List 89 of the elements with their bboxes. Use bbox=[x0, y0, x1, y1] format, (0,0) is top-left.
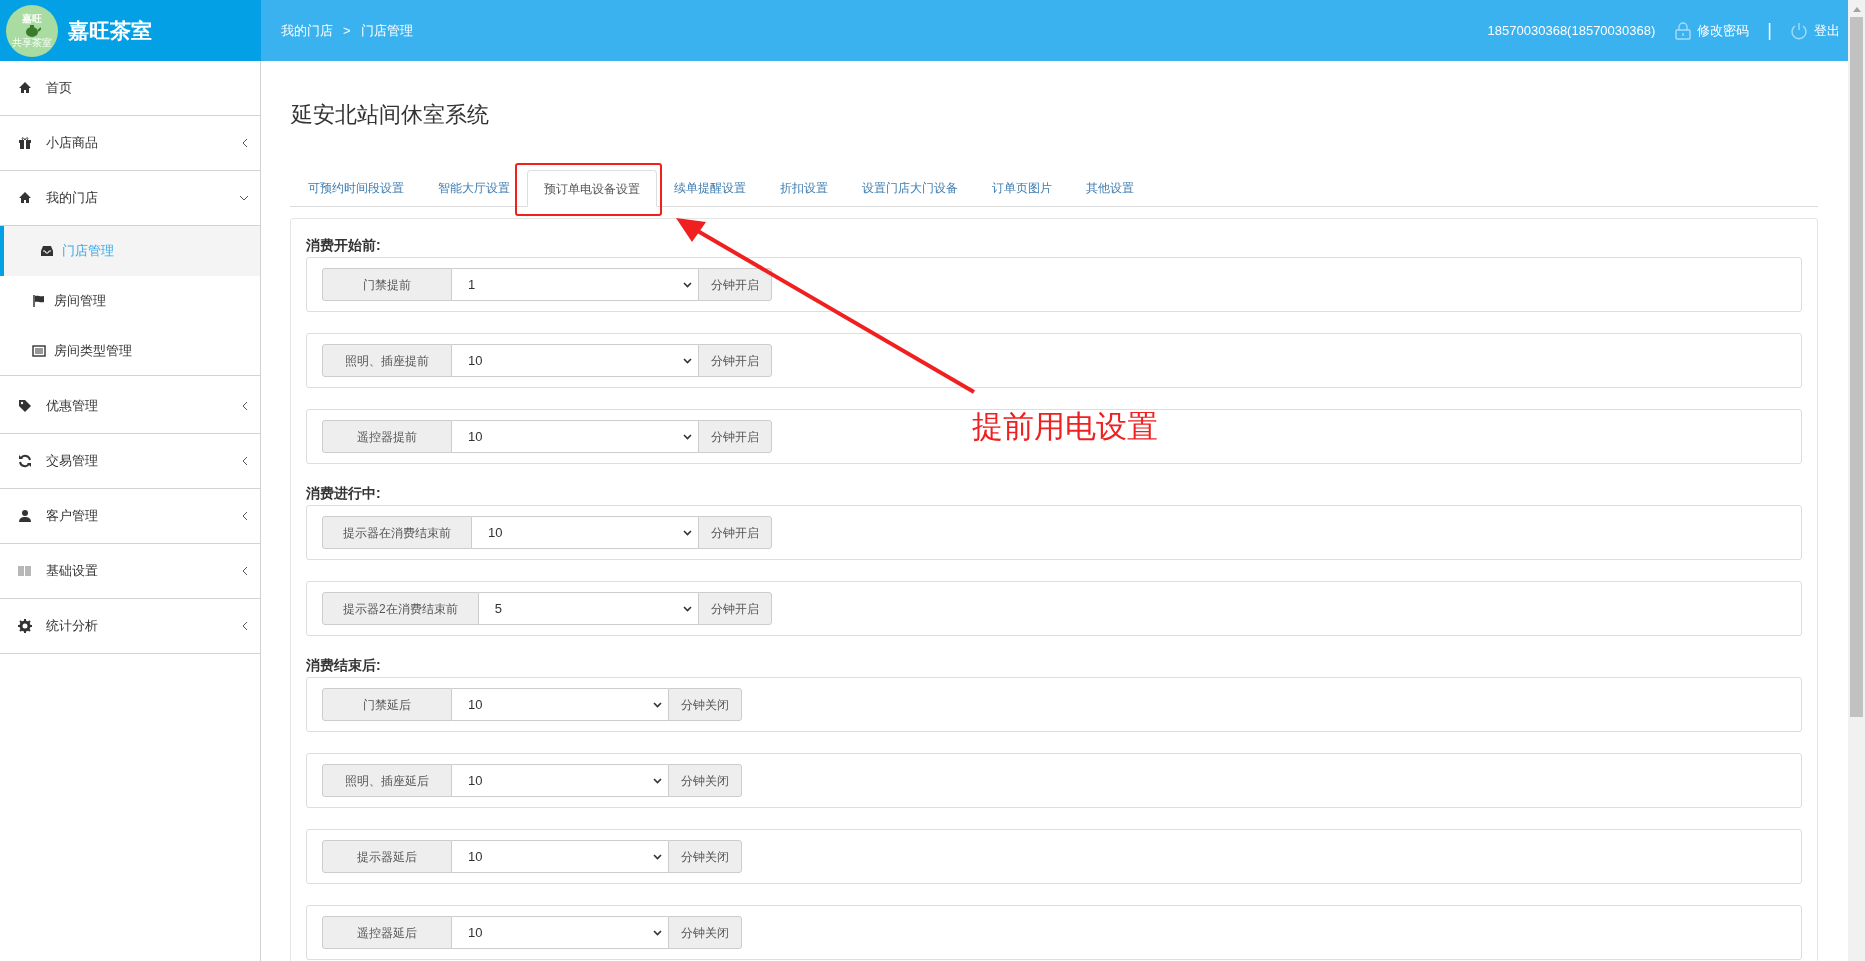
chevron-left-icon bbox=[243, 512, 248, 520]
tab[interactable]: 设置门店大门设备 bbox=[845, 169, 975, 206]
section-heading: 消费进行中: bbox=[306, 484, 382, 503]
scroll-up-icon[interactable] bbox=[1852, 7, 1861, 12]
chevron-down-icon bbox=[653, 777, 662, 784]
tab[interactable]: 预订单电设备设置 bbox=[527, 170, 657, 207]
sidebar-item[interactable]: 统计分析 bbox=[0, 599, 260, 654]
input-unit: 分钟关闭 bbox=[668, 764, 742, 797]
home-icon bbox=[18, 81, 32, 95]
section-heading: 消费结束后: bbox=[306, 656, 382, 675]
barcode-icon bbox=[18, 564, 32, 578]
sidebar-subitem[interactable]: 房间管理 bbox=[0, 276, 260, 326]
input-unit: 分钟开启 bbox=[698, 268, 772, 301]
input-label: 遥控器提前 bbox=[322, 420, 452, 453]
sidebar-item[interactable]: 基础设置 bbox=[0, 544, 260, 599]
chevron-down-icon bbox=[653, 853, 662, 860]
input-label: 提示器延后 bbox=[322, 840, 452, 873]
inbox-icon bbox=[40, 244, 54, 258]
chevron-down-icon bbox=[683, 433, 692, 440]
sidebar-item[interactable]: 优惠管理 bbox=[0, 379, 260, 434]
input-unit: 分钟关闭 bbox=[668, 840, 742, 873]
breadcrumb-current: 门店管理 bbox=[360, 21, 413, 40]
user-icon bbox=[18, 509, 32, 523]
logo-text: 共享茶室 bbox=[12, 37, 52, 48]
chevron-down-icon bbox=[240, 195, 248, 201]
home-icon bbox=[18, 191, 32, 205]
chevron-left-icon bbox=[243, 457, 248, 465]
chevron-down-icon bbox=[683, 357, 692, 364]
input-label: 照明、插座提前 bbox=[322, 344, 452, 377]
chevron-left-icon bbox=[243, 402, 248, 410]
section-heading: 消费开始前: bbox=[306, 236, 382, 255]
divider-text: | bbox=[1767, 19, 1772, 42]
select-field[interactable]: 10 bbox=[452, 916, 668, 949]
select-field[interactable]: 10 bbox=[452, 420, 698, 453]
input-unit: 分钟关闭 bbox=[668, 688, 742, 721]
tags-icon bbox=[18, 399, 32, 413]
list-icon bbox=[32, 343, 46, 358]
chevron-down-icon bbox=[683, 529, 692, 536]
chevron-left-icon bbox=[243, 139, 248, 147]
input-label: 门禁延后 bbox=[322, 688, 452, 721]
input-label: 遥控器延后 bbox=[322, 916, 452, 949]
tab[interactable]: 订单页图片 bbox=[975, 169, 1069, 206]
input-unit: 分钟开启 bbox=[698, 420, 772, 453]
tab[interactable]: 折扣设置 bbox=[763, 169, 845, 206]
select-field[interactable]: 10 bbox=[452, 688, 668, 721]
input-unit: 分钟关闭 bbox=[668, 916, 742, 949]
input-unit: 分钟开启 bbox=[698, 516, 772, 549]
brand-name: 嘉旺茶室 bbox=[68, 17, 152, 44]
select-field[interactable]: 1 bbox=[452, 268, 698, 301]
tab[interactable]: 可预约时间段设置 bbox=[291, 169, 421, 206]
refresh-icon bbox=[18, 454, 32, 468]
sidebar-subitem[interactable]: 房间类型管理 bbox=[0, 326, 260, 376]
tab[interactable]: 续单提醒设置 bbox=[657, 169, 763, 206]
chevron-down-icon bbox=[653, 929, 662, 936]
tab[interactable]: 其他设置 bbox=[1069, 169, 1151, 206]
select-field[interactable]: 10 bbox=[472, 516, 698, 549]
annotation-text: 提前用电设置 bbox=[972, 408, 1158, 446]
teapot-icon bbox=[23, 23, 41, 38]
gear-icon bbox=[18, 619, 32, 633]
input-unit: 分钟开启 bbox=[698, 592, 772, 625]
user-name: 18570030368(18570030368) bbox=[1487, 21, 1656, 40]
chevron-down-icon bbox=[683, 605, 692, 612]
chevron-down-icon bbox=[653, 701, 662, 708]
select-field[interactable]: 10 bbox=[452, 764, 668, 797]
lock-icon bbox=[1675, 21, 1692, 40]
power-icon bbox=[1790, 21, 1808, 40]
sidebar-item[interactable]: 交易管理 bbox=[0, 434, 260, 489]
input-label: 门禁提前 bbox=[322, 268, 452, 301]
input-label: 照明、插座延后 bbox=[322, 764, 452, 797]
gift-icon bbox=[18, 136, 32, 150]
sidebar-item[interactable]: 首页 bbox=[0, 61, 260, 116]
chevron-down-icon bbox=[683, 281, 692, 288]
tab[interactable]: 智能大厅设置 bbox=[421, 169, 527, 206]
select-field[interactable]: 10 bbox=[452, 344, 698, 377]
select-field[interactable]: 5 bbox=[478, 592, 698, 625]
chevron-left-icon bbox=[243, 567, 248, 575]
flag-icon bbox=[32, 294, 46, 308]
scrollbar[interactable] bbox=[1848, 0, 1865, 961]
logo-text: 嘉旺 bbox=[22, 13, 42, 24]
input-label: 提示器在消费结束前 bbox=[322, 516, 472, 549]
select-field[interactable]: 10 bbox=[452, 840, 668, 873]
sidebar-item[interactable]: 小店商品 bbox=[0, 116, 260, 171]
scrollbar-thumb[interactable] bbox=[1850, 17, 1863, 717]
breadcrumb-separator: > bbox=[343, 21, 351, 40]
input-label: 提示器2在消费结束前 bbox=[322, 592, 479, 625]
chevron-left-icon bbox=[243, 622, 248, 630]
page-title: 延安北站间休室系统 bbox=[291, 101, 490, 129]
sidebar-item[interactable]: 客户管理 bbox=[0, 489, 260, 544]
input-unit: 分钟开启 bbox=[698, 344, 772, 377]
